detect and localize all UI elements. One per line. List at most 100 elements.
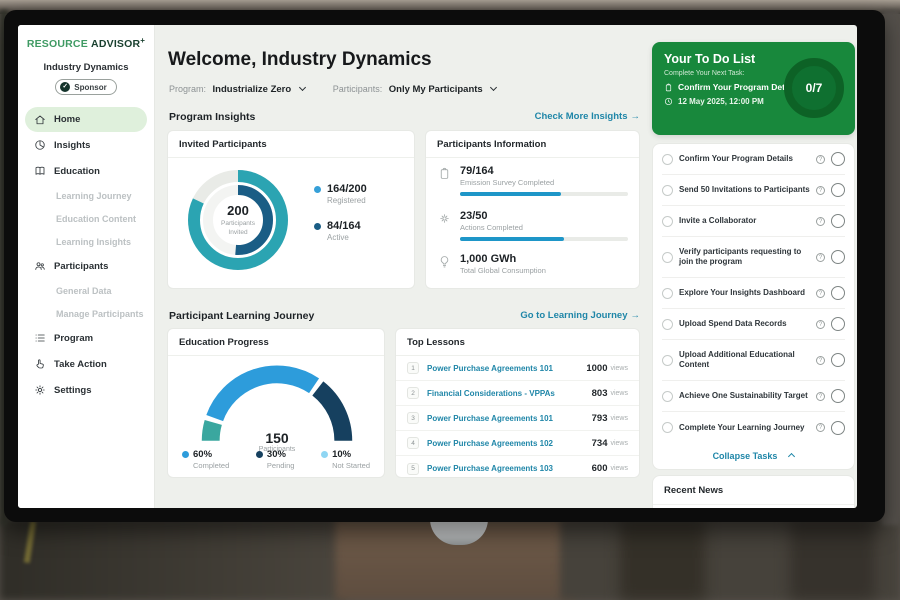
- legend-item-registered: 164/200 Registered: [314, 183, 367, 205]
- legend-value: 84/164: [327, 220, 361, 232]
- education-progress-gauge: 150 Participants: [192, 359, 362, 451]
- info-icon[interactable]: ?: [816, 253, 825, 262]
- lesson-row: 1 Power Purchase Agreements 101 1000 vie…: [396, 356, 639, 381]
- task-checkbox[interactable]: [662, 319, 673, 330]
- sidebar-item-label: Manage Participants: [56, 309, 144, 319]
- task-row[interactable]: Confirm Your Program Details ?: [662, 144, 845, 175]
- legend-dot: [314, 186, 321, 193]
- task-checkbox[interactable]: [662, 422, 673, 433]
- todo-due-date: 12 May 2025, 12:00 PM: [678, 97, 764, 106]
- lesson-row: 2 Financial Considerations - VPPAs 803 v…: [396, 381, 639, 406]
- legend-dot: [314, 223, 321, 230]
- lesson-views: 803: [592, 388, 608, 399]
- chevron-button[interactable]: [831, 286, 845, 300]
- task-row[interactable]: Complete Your Learning Journey ?: [662, 412, 845, 443]
- chevron-down-icon: [490, 84, 497, 91]
- sidebar-item-education-content[interactable]: Education Content: [18, 207, 154, 230]
- learning-journey-heading: Participant Learning Journey: [169, 310, 314, 322]
- task-checkbox[interactable]: [662, 288, 673, 299]
- check-more-insights-link[interactable]: Check More Insights→: [535, 111, 640, 122]
- task-checkbox[interactable]: [662, 252, 673, 263]
- chevron-button[interactable]: [831, 183, 845, 197]
- lesson-views: 600: [592, 463, 608, 474]
- sidebar-item-program[interactable]: Program: [18, 325, 154, 351]
- sidebar-item-label: Home: [54, 114, 80, 125]
- sidebar-item-label: Participants: [54, 261, 108, 272]
- program-filter[interactable]: Program: Industrialize Zero: [169, 84, 305, 95]
- chevron-button[interactable]: [831, 317, 845, 331]
- chevron-button[interactable]: [831, 250, 845, 264]
- info-icon[interactable]: ?: [816, 356, 825, 365]
- program-insights-heading: Program Insights: [169, 111, 255, 123]
- info-icon[interactable]: ?: [816, 155, 825, 164]
- filters-row: Program: Industrialize Zero Participants…: [169, 84, 496, 95]
- chevron-button[interactable]: [831, 353, 845, 367]
- participants-filter-label: Participants:: [333, 84, 383, 94]
- sidebar-item-learning-journey[interactable]: Learning Journey: [18, 184, 154, 207]
- sidebar-item-education[interactable]: Education: [18, 158, 154, 184]
- lesson-views: 1000: [586, 363, 607, 374]
- task-checkbox[interactable]: [662, 216, 673, 227]
- task-row[interactable]: Send 50 Invitations to Participants ?: [662, 175, 845, 206]
- collapse-tasks-link[interactable]: Collapse Tasks: [662, 443, 845, 469]
- task-row[interactable]: Verify participants requesting to join t…: [662, 237, 845, 278]
- sidebar-item-manage-participants[interactable]: Manage Participants: [18, 302, 154, 325]
- task-checkbox[interactable]: [662, 185, 673, 196]
- sidebar-item-home[interactable]: Home: [25, 107, 147, 132]
- info-icon[interactable]: ?: [816, 392, 825, 401]
- stat-emission-survey: 79/164 Emission Survey Completed: [438, 165, 629, 196]
- lesson-link[interactable]: Power Purchase Agreements 101: [427, 414, 592, 423]
- sidebar-item-label: Take Action: [54, 359, 107, 370]
- lesson-link[interactable]: Power Purchase Agreements 101: [427, 364, 586, 373]
- sidebar-item-participants[interactable]: Participants: [18, 253, 154, 279]
- org-name: Industry Dynamics: [18, 62, 154, 73]
- task-checkbox[interactable]: [662, 355, 673, 366]
- task-row[interactable]: Achieve One Sustainability Target ?: [662, 381, 845, 412]
- info-icon[interactable]: ?: [816, 320, 825, 329]
- views-suffix: views: [610, 365, 628, 372]
- sidebar-item-learning-insights[interactable]: Learning Insights: [18, 230, 154, 253]
- info-icon[interactable]: ?: [816, 186, 825, 195]
- task-row[interactable]: Upload Additional Educational Content ?: [662, 340, 845, 381]
- bulb-icon: [438, 255, 451, 268]
- task-row[interactable]: Invite a Collaborator ?: [662, 206, 845, 237]
- task-checkbox[interactable]: [662, 154, 673, 165]
- views-suffix: views: [610, 390, 628, 397]
- sidebar: RESOURCE ADVISOR+ Industry Dynamics ✓ Sp…: [18, 25, 155, 508]
- info-icon[interactable]: ?: [816, 423, 825, 432]
- info-icon[interactable]: ?: [816, 289, 825, 298]
- stat-label: Total Global Consumption: [460, 266, 546, 275]
- chevron-button[interactable]: [831, 421, 845, 435]
- lesson-rank: 4: [407, 437, 419, 449]
- lesson-row: 5 Power Purchase Agreements 103 600 view…: [396, 456, 639, 478]
- task-row[interactable]: Explore Your Insights Dashboard ?: [662, 278, 845, 309]
- lesson-rank: 5: [407, 463, 419, 475]
- chevron-button[interactable]: [831, 389, 845, 403]
- sidebar-item-general-data[interactable]: General Data: [18, 279, 154, 302]
- invited-participants-card: Invited Participants 200 Participants In…: [167, 130, 415, 289]
- app-logo: RESOURCE ADVISOR+: [18, 36, 154, 50]
- lesson-row: 4 Power Purchase Agreements 102 734 view…: [396, 431, 639, 456]
- lesson-link[interactable]: Power Purchase Agreements 102: [427, 439, 592, 448]
- go-to-learning-journey-link[interactable]: Go to Learning Journey→: [520, 310, 640, 321]
- clock-icon: [664, 97, 673, 106]
- chevron-button[interactable]: [831, 214, 845, 228]
- sponsor-label: Sponsor: [74, 83, 106, 92]
- participants-filter[interactable]: Participants: Only My Participants: [333, 84, 497, 95]
- sidebar-item-insights[interactable]: Insights: [18, 132, 154, 158]
- card-title: Participants Information: [426, 131, 639, 158]
- task-row[interactable]: Upload Spend Data Records ?: [662, 309, 845, 340]
- lesson-link[interactable]: Power Purchase Agreements 103: [427, 464, 592, 473]
- chevron-button[interactable]: [831, 152, 845, 166]
- info-icon[interactable]: ?: [816, 217, 825, 226]
- stat-label: Emission Survey Completed: [460, 178, 628, 187]
- donut-center-label: Participants Invited: [212, 220, 264, 236]
- legend-pct: 10%: [332, 449, 351, 460]
- lesson-link[interactable]: Financial Considerations - VPPAs: [427, 389, 592, 398]
- sidebar-item-settings[interactable]: Settings: [18, 377, 154, 403]
- sidebar-item-take-action[interactable]: Take Action: [18, 351, 154, 377]
- link-label: Collapse Tasks: [713, 451, 778, 461]
- arrow-right-icon: →: [631, 310, 641, 321]
- task-checkbox[interactable]: [662, 391, 673, 402]
- views-suffix: views: [610, 465, 628, 472]
